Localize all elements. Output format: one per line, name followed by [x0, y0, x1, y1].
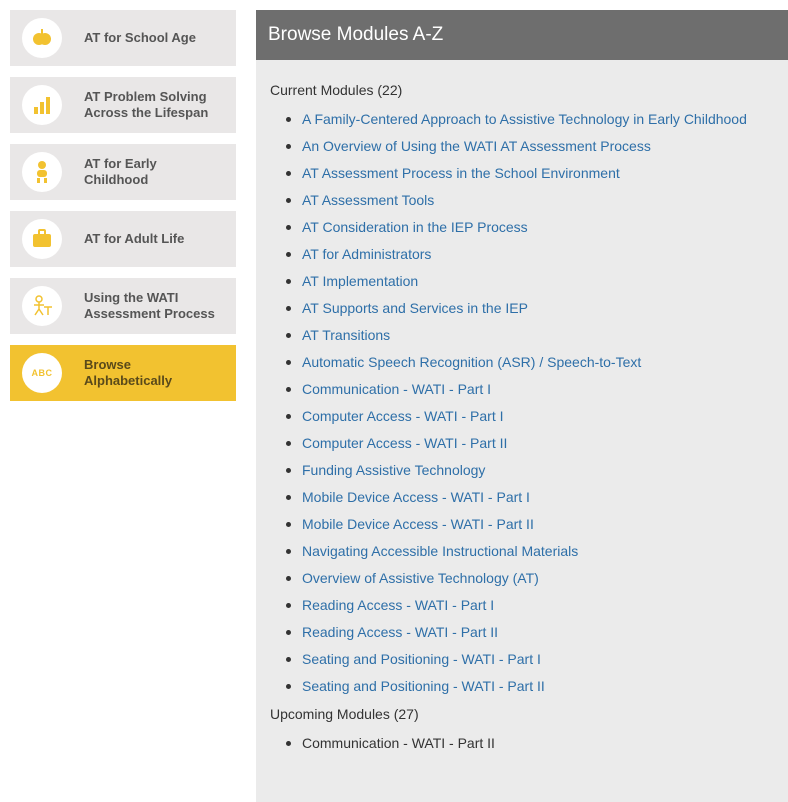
bar-chart-icon — [22, 85, 62, 125]
module-link[interactable]: Mobile Device Access - WATI - Part II — [286, 511, 788, 538]
module-link[interactable]: Funding Assistive Technology — [286, 457, 788, 484]
upcoming-modules-list: Communication - WATI - Part II — [256, 730, 788, 757]
module-link[interactable]: Computer Access - WATI - Part II — [286, 430, 788, 457]
sidebar-item-wati-assessment[interactable]: Using the WATI Assessment Process — [10, 278, 236, 334]
sidebar-item-adult-life[interactable]: AT for Adult Life — [10, 211, 236, 267]
briefcase-icon — [22, 219, 62, 259]
abc-icon: ABC — [22, 353, 62, 393]
module-link[interactable]: Computer Access - WATI - Part I — [286, 403, 788, 430]
sidebar-item-label: AT for School Age — [84, 30, 196, 45]
sidebar-item-label: AT Problem Solving Across the Lifespan — [84, 89, 209, 120]
module-link[interactable]: AT Assessment Tools — [286, 187, 788, 214]
module-link[interactable]: Reading Access - WATI - Part II — [286, 619, 788, 646]
module-link[interactable]: Overview of Assistive Technology (AT) — [286, 565, 788, 592]
sidebar-item-label: AT for Early Childhood — [84, 156, 157, 187]
module-link[interactable]: Mobile Device Access - WATI - Part I — [286, 484, 788, 511]
person-at-desk-icon — [22, 286, 62, 326]
abc-icon-text: ABC — [31, 368, 53, 378]
sidebar-item-school-age[interactable]: AT for School Age — [10, 10, 236, 66]
module-link[interactable]: AT Transitions — [286, 322, 788, 349]
current-modules-list: A Family-Centered Approach to Assistive … — [256, 106, 788, 700]
panel-header: Browse Modules A-Z — [256, 10, 788, 60]
child-icon — [22, 152, 62, 192]
sidebar-item-label: AT for Adult Life — [84, 231, 185, 246]
module-link[interactable]: Seating and Positioning - WATI - Part II — [286, 673, 788, 700]
module-link[interactable]: Automatic Speech Recognition (ASR) / Spe… — [286, 349, 788, 376]
module-link[interactable]: AT Supports and Services in the IEP — [286, 295, 788, 322]
module-link[interactable]: Communication - WATI - Part I — [286, 376, 788, 403]
sidebar: AT for School Age AT Problem Solving Acr… — [10, 10, 236, 412]
sidebar-item-label: Browse Alphabetically — [84, 357, 173, 388]
module-link[interactable]: An Overview of Using the WATI AT Assessm… — [286, 133, 788, 160]
sidebar-item-label: Using the WATI Assessment Process — [84, 290, 215, 321]
module-link[interactable]: AT Implementation — [286, 268, 788, 295]
sidebar-item-problem-solving[interactable]: AT Problem Solving Across the Lifespan — [10, 77, 236, 133]
apple-icon — [22, 18, 62, 58]
current-modules-title: Current Modules (22) — [270, 82, 403, 98]
module-link[interactable]: Reading Access - WATI - Part I — [286, 592, 788, 619]
module-link[interactable]: AT Assessment Process in the School Envi… — [286, 160, 788, 187]
modules-panel: Browse Modules A-Z Current Modules (22) … — [256, 10, 788, 802]
module-link[interactable]: Seating and Positioning - WATI - Part I — [286, 646, 788, 673]
module-link[interactable]: AT Consideration in the IEP Process — [286, 214, 788, 241]
upcoming-module-item: Communication - WATI - Part II — [286, 730, 788, 757]
sidebar-item-early-childhood[interactable]: AT for Early Childhood — [10, 144, 236, 200]
upcoming-modules-title: Upcoming Modules (27) — [270, 706, 419, 722]
module-link[interactable]: A Family-Centered Approach to Assistive … — [286, 106, 788, 133]
module-link[interactable]: Navigating Accessible Instructional Mate… — [286, 538, 788, 565]
sidebar-item-browse-alphabetically[interactable]: ABC Browse Alphabetically — [10, 345, 236, 401]
module-link[interactable]: AT for Administrators — [286, 241, 788, 268]
